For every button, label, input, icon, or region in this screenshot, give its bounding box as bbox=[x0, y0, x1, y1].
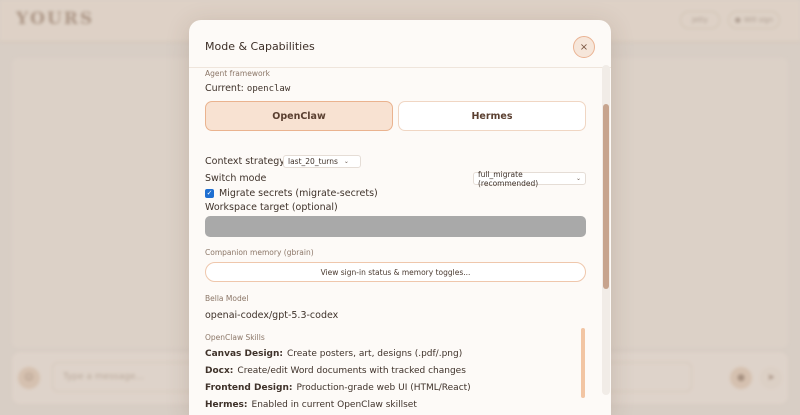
capabilities-modal: Mode & Capabilities × Agent framework Cu… bbox=[189, 20, 611, 415]
context-strategy-select[interactable]: last_20_turns ⌄ bbox=[283, 155, 361, 168]
chevron-down-icon: ⌄ bbox=[575, 175, 581, 182]
skill-item: Hermes: Enabled in current OpenClaw skill… bbox=[205, 400, 417, 410]
modal-header: Mode & Capabilities × bbox=[189, 20, 611, 68]
chevron-down-icon: ⌄ bbox=[343, 158, 349, 165]
switch-mode-select[interactable]: full_migrate (recommended) ⌄ bbox=[473, 170, 586, 188]
skill-item: Docx: Create/edit Word documents with tra… bbox=[205, 366, 466, 376]
close-button[interactable]: × bbox=[573, 36, 595, 58]
agent-framework-label: Agent framework bbox=[205, 69, 270, 78]
modal-body: Agent framework Current: openclaw OpenCl… bbox=[205, 68, 586, 415]
skill-item: Canvas Design: Create posters, art, desig… bbox=[205, 349, 463, 359]
close-icon: × bbox=[579, 41, 589, 53]
current-framework: Current: openclaw bbox=[205, 83, 291, 94]
skills-scroll-indicator bbox=[581, 328, 585, 398]
current-framework-value: openclaw bbox=[246, 84, 291, 94]
modal-title: Mode & Capabilities bbox=[205, 40, 315, 53]
skills-label: OpenClaw Skills bbox=[205, 333, 265, 342]
workspace-target-input[interactable] bbox=[205, 216, 586, 237]
companion-memory-label: Companion memory (gbrain) bbox=[205, 248, 314, 257]
view-sign-in-status-button[interactable]: View sign-in status & memory toggles... bbox=[205, 262, 586, 282]
context-strategy-label: Context strategy bbox=[205, 156, 285, 167]
workspace-target-label: Workspace target (optional) bbox=[205, 202, 338, 213]
migrate-secrets-label: Migrate secrets (migrate-secrets) bbox=[219, 188, 378, 199]
bella-model-value: openai-codex/gpt-5.3-codex bbox=[205, 310, 339, 321]
migrate-secrets-checkbox[interactable]: ✓ bbox=[205, 189, 214, 198]
framework-option-hermes[interactable]: Hermes bbox=[398, 101, 586, 131]
skill-item: Frontend Design: Production-grade web UI … bbox=[205, 383, 471, 393]
framework-option-openclaw[interactable]: OpenClaw bbox=[205, 101, 393, 131]
switch-mode-label: Switch mode bbox=[205, 173, 267, 184]
bella-model-label: Bella Model bbox=[205, 294, 249, 303]
modal-scrollbar-thumb[interactable] bbox=[603, 104, 609, 289]
